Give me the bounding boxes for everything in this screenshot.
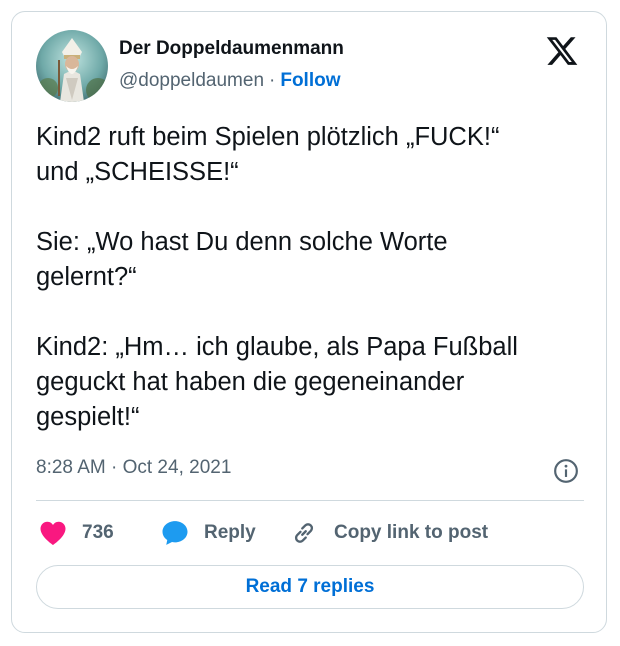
tweet-text: Kind2 ruft beim Spielen plötzlich „FUCK!… <box>36 120 596 435</box>
author-name[interactable]: Der Doppeldaumenmann <box>119 38 344 60</box>
author-handle-row: @doppeldaumen · Follow <box>119 70 341 92</box>
divider <box>36 500 584 501</box>
reply-button[interactable]: Reply <box>160 517 256 549</box>
copy-link-button[interactable]: Copy link to post <box>290 517 488 549</box>
tweet-line: gespielt!“ <box>36 403 140 431</box>
link-icon <box>294 523 314 543</box>
tweet-line: gelernt?“ <box>36 263 137 291</box>
copy-link-label: Copy link to post <box>334 522 489 543</box>
read-replies-button[interactable]: Read 7 replies <box>36 565 584 609</box>
reply-label: Reply <box>204 522 256 543</box>
heart-icon <box>40 521 66 545</box>
tweet-line: und „SCHEISSE!“ <box>36 158 239 186</box>
info-icon[interactable] <box>553 458 579 484</box>
author-handle[interactable]: @doppeldaumen <box>119 70 264 91</box>
x-logo-icon[interactable] <box>545 34 579 68</box>
separator: · <box>269 70 276 91</box>
like-count: 736 <box>82 522 114 543</box>
speech-bubble-icon <box>162 521 188 545</box>
like-button[interactable]: 736 <box>38 517 114 549</box>
tweet-line: Kind2 ruft beim Spielen plötzlich „FUCK!… <box>36 123 500 151</box>
follow-link[interactable]: Follow <box>280 70 340 91</box>
avatar-image <box>36 30 108 102</box>
tweet-card: Der Doppeldaumenmann @doppeldaumen · Follo… <box>11 11 607 633</box>
tweet-line: Kind2: „Hm… ich glaube, als Papa Fußball <box>36 333 518 361</box>
avatar[interactable] <box>36 30 108 102</box>
tweet-timestamp[interactable]: 8:28 AM · Oct 24, 2021 <box>36 457 231 479</box>
tweet-line: geguckt hat haben die gegeneinander <box>36 368 465 396</box>
tweet-line: Sie: „Wo hast Du denn solche Worte <box>36 228 448 256</box>
